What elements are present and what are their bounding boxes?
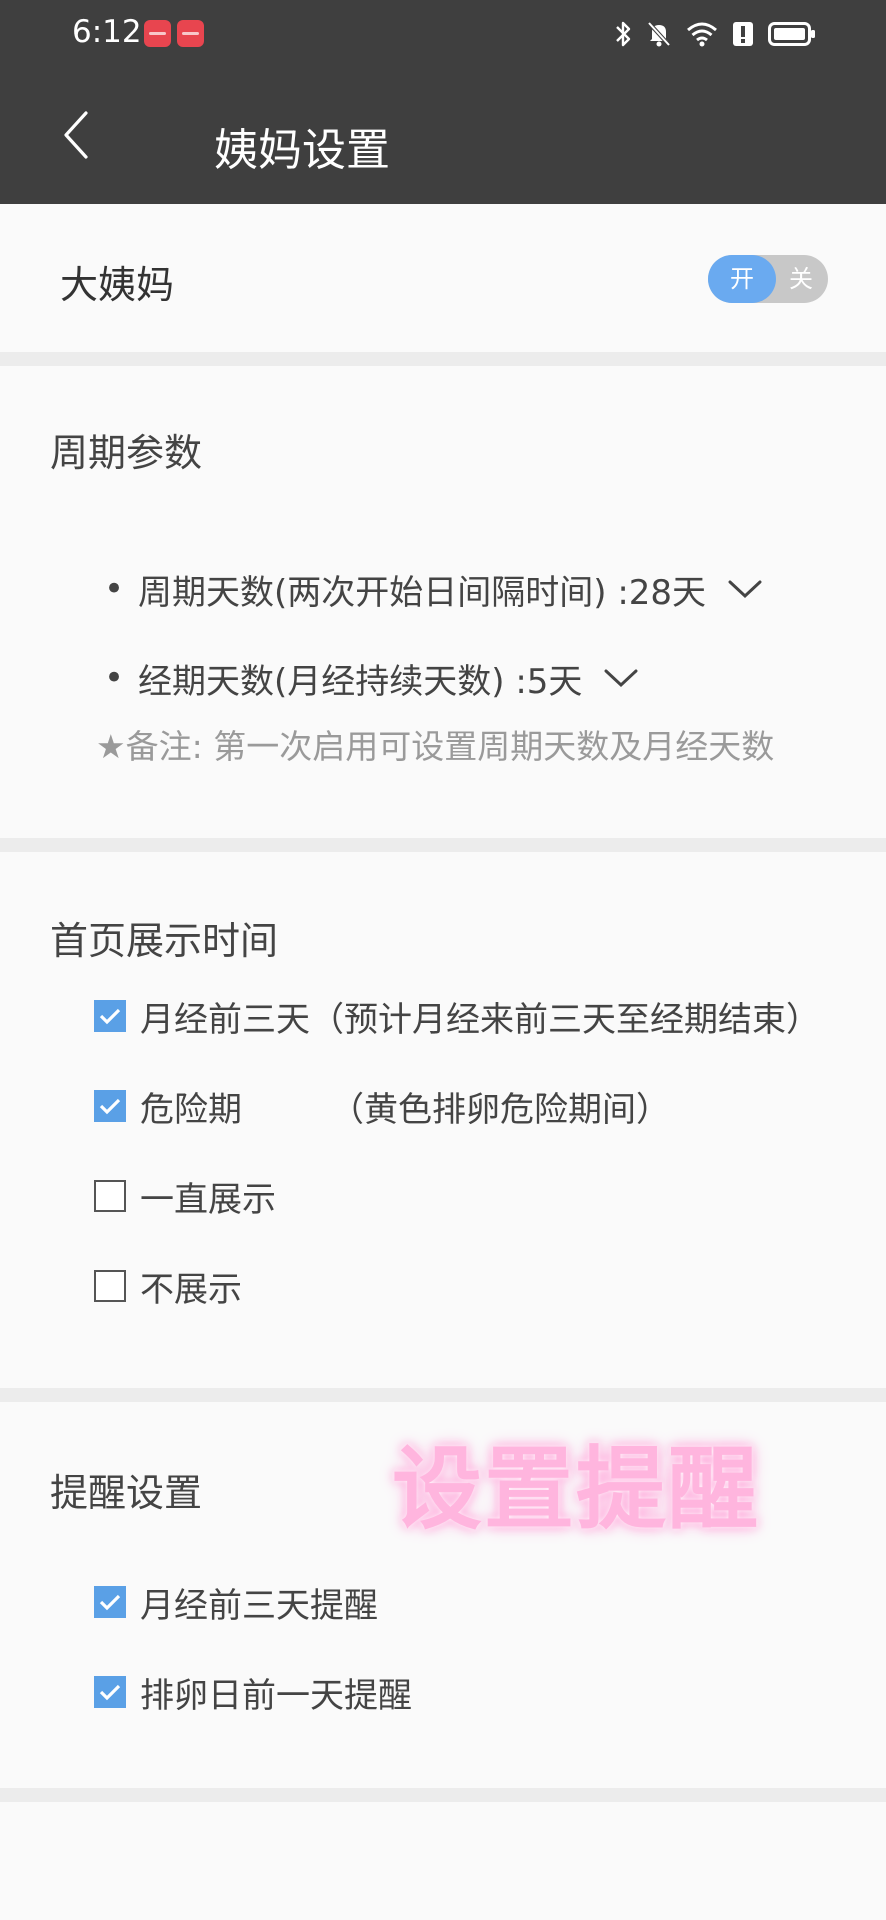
- status-bar: 6:12: [0, 0, 886, 70]
- chevron-down-icon: [728, 579, 762, 599]
- period-length-label: 经期天数(月经持续天数) :5天: [138, 661, 583, 702]
- checkbox[interactable]: [94, 1676, 126, 1708]
- checkbox[interactable]: [94, 1270, 126, 1302]
- period-toggle-label: 大姨妈: [60, 263, 175, 307]
- checkmark-icon: [99, 1594, 121, 1611]
- app-badge-icon: [144, 20, 171, 47]
- status-time: 6:12: [72, 14, 142, 50]
- app-header: 6:12 姨妈设置: [0, 0, 886, 204]
- bluetooth-icon: [616, 21, 631, 47]
- toggle-off-label: 关: [789, 265, 813, 293]
- checkbox[interactable]: [94, 1586, 126, 1618]
- reminder-option-before-ovulation[interactable]: 排卵日前一天提醒: [94, 1667, 412, 1717]
- checkmark-icon: [99, 1684, 121, 1701]
- checkbox[interactable]: [94, 1180, 126, 1212]
- checkbox[interactable]: [94, 1090, 126, 1122]
- reminder-option-label: 月经前三天提醒: [140, 1585, 378, 1626]
- cycle-length-label: 周期天数(两次开始日间隔时间) :28天: [138, 572, 707, 613]
- cycle-params-card: 周期参数 • 周期天数(两次开始日间隔时间) :28天 • 经期天数(月经持续天…: [0, 366, 886, 838]
- cycle-note: ★备注: 第一次启用可设置周期天数及月经天数: [96, 727, 775, 766]
- display-time-title: 首页展示时间: [50, 919, 279, 963]
- display-option-extra: （黄色排卵危险期间）: [330, 1089, 670, 1130]
- checkmark-icon: [99, 1008, 121, 1025]
- period-toggle-card: 大姨妈 开 关: [0, 204, 886, 352]
- back-button[interactable]: [56, 106, 96, 164]
- display-option-label: 月经前三天（预计月经来前三天至经期结束）: [140, 999, 820, 1040]
- overlay-caption: 设置提醒: [392, 1437, 760, 1542]
- bottom-spacer: [0, 1802, 886, 1920]
- battery-icon: [768, 22, 815, 46]
- reminder-option-label: 排卵日前一天提醒: [140, 1675, 412, 1716]
- display-option-label: 危险期: [140, 1089, 242, 1130]
- bullet: •: [104, 658, 125, 698]
- status-icons: [614, 16, 816, 52]
- reminder-title: 提醒设置: [50, 1471, 203, 1515]
- back-arrow-icon: [64, 111, 88, 159]
- display-option-label: 一直展示: [140, 1179, 276, 1220]
- bullet: •: [104, 569, 125, 609]
- cycle-length-dropdown[interactable]: • 周期天数(两次开始日间隔时间) :28天: [104, 564, 762, 614]
- toggle-on-label: 开: [730, 265, 754, 293]
- display-option-always[interactable]: 一直展示: [94, 1171, 276, 1221]
- wifi-icon: [687, 22, 717, 47]
- app-badge-icon: [177, 20, 204, 47]
- checkbox[interactable]: [94, 1000, 126, 1032]
- display-time-card: 首页展示时间 月经前三天（预计月经来前三天至经期结束） 危险期 （黄色排卵危险期…: [0, 852, 886, 1388]
- period-toggle-switch[interactable]: 开 关: [708, 255, 828, 303]
- bell-off-icon: [647, 21, 671, 47]
- chevron-down-icon: [604, 668, 638, 688]
- display-option-danger-period[interactable]: 危险期 （黄色排卵危险期间）: [94, 1081, 670, 1131]
- reminder-option-before-period[interactable]: 月经前三天提醒: [94, 1577, 378, 1627]
- display-option-before-period[interactable]: 月经前三天（预计月经来前三天至经期结束）: [94, 991, 820, 1041]
- display-option-never[interactable]: 不展示: [94, 1261, 242, 1311]
- page-title: 姨妈设置: [214, 125, 390, 176]
- alert-icon: [733, 22, 753, 46]
- cycle-params-title: 周期参数: [50, 431, 203, 475]
- period-length-dropdown[interactable]: • 经期天数(月经持续天数) :5天: [104, 653, 638, 703]
- display-option-label: 不展示: [140, 1269, 242, 1310]
- checkmark-icon: [99, 1098, 121, 1115]
